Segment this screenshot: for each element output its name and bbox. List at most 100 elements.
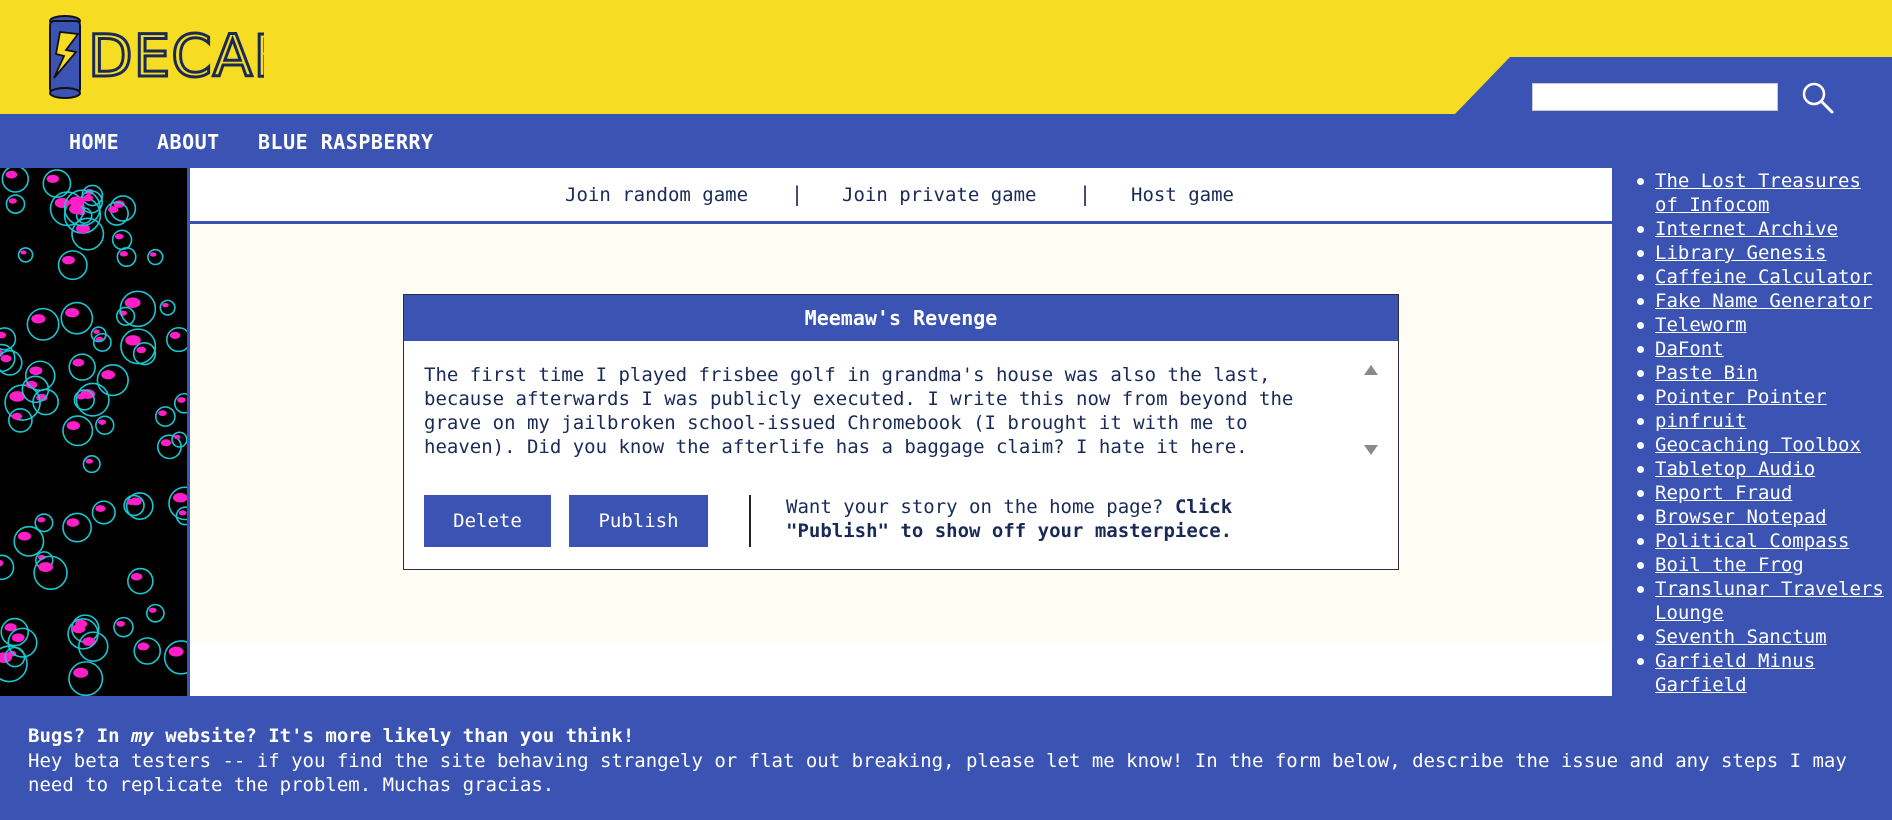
sidebar-link-item: Garfield Minus Garfield (1632, 649, 1890, 697)
sidebar-link[interactable]: Internet Archive (1655, 218, 1838, 240)
bubble-highlight (125, 335, 141, 346)
nav-home[interactable]: HOME (69, 130, 119, 154)
bubble-highlight (168, 646, 184, 657)
sidebar-link[interactable]: Teleworm (1655, 314, 1747, 336)
sidebar-link-item: pinfruit (1632, 409, 1890, 433)
sidebar-link-item: DaFont (1632, 337, 1890, 361)
bubble (166, 326, 187, 353)
bubble-highlight (66, 421, 80, 431)
bubble-highlight (116, 620, 125, 627)
bubbles-decoration (0, 168, 187, 696)
bubble-highlight (17, 531, 32, 541)
site-logo[interactable]: DECAF (44, 12, 288, 102)
bubble (173, 392, 187, 414)
sidebar-link-item: Geocaching Toolbox (1632, 433, 1890, 457)
sidebar-link-item: Pointer Pointer (1632, 385, 1890, 409)
sidebar-link-item: Caffeine Calculator (1632, 265, 1890, 289)
bubble (78, 631, 109, 662)
sidebar-link[interactable]: Pointer Pointer (1655, 386, 1827, 408)
bubble-pattern (0, 168, 187, 696)
sidebar-link[interactable]: Translunar Travelers Lounge (1655, 578, 1884, 624)
host-game-link[interactable]: Host game (1131, 184, 1234, 206)
bubble-highlight (11, 633, 25, 642)
join-random-game-link[interactable]: Join random game (565, 184, 748, 206)
sidebar-link[interactable]: Boil the Frog (1655, 554, 1804, 576)
sidebar-link[interactable]: Seventh Sanctum (1655, 626, 1827, 648)
sidebar-link[interactable]: Fake Name Generator (1655, 290, 1872, 312)
search-button[interactable] (1800, 80, 1836, 116)
bubble-highlight (66, 518, 80, 527)
sidebar-link[interactable]: Tabletop Audio (1655, 458, 1815, 480)
search-input[interactable] (1532, 83, 1778, 111)
story-text[interactable]: The first time I played frisbee golf in … (424, 363, 1324, 459)
sidebar-link[interactable]: Garfield Minus Garfield (1655, 650, 1815, 696)
bubble-highlight (0, 354, 12, 363)
sidebar-link[interactable]: Geocaching Toolbox (1655, 434, 1861, 456)
bubble (5, 194, 26, 214)
bubble (82, 455, 101, 474)
story-card: Meemaw's Revenge The first time I played… (403, 294, 1399, 570)
bubble (17, 247, 34, 263)
bubble (1, 168, 30, 193)
sidebar-link[interactable]: Browser Notepad (1655, 506, 1827, 528)
bubble-highlight (11, 412, 23, 420)
sidebar-link[interactable]: Library Genesis (1655, 242, 1827, 264)
footer-title: Bugs? In my website? It's more likely th… (28, 725, 634, 747)
delete-button[interactable]: Delete (424, 495, 551, 547)
main-panel: Join random game | Join private game | H… (190, 168, 1612, 696)
bubble (163, 640, 187, 675)
sidebar-link[interactable]: The Lost Treasures of Infocom (1655, 170, 1861, 216)
join-private-game-link[interactable]: Join private game (842, 184, 1036, 206)
sidebar-link-item: The Lost Treasures of Infocom (1632, 169, 1890, 217)
bubble (120, 328, 157, 365)
bubble (147, 248, 164, 266)
bubble-highlight (98, 419, 107, 425)
publish-hint: Want your story on the home page? Click … (786, 495, 1306, 543)
sidebar-link[interactable]: Political Compass (1655, 530, 1849, 552)
bubble-highlight (93, 329, 100, 334)
sidebar-link[interactable]: Paste Bin (1655, 362, 1758, 384)
bubble (42, 169, 72, 198)
bubble-highlight (85, 458, 93, 464)
scroll-up-arrow-icon[interactable] (1364, 365, 1378, 375)
sidebar-link-item: Teleworm (1632, 313, 1890, 337)
bubble-highlight (69, 196, 85, 207)
footer-title-after: website? It's more likely than you think… (153, 725, 635, 747)
bubble-highlight (158, 410, 167, 417)
game-subnav: Join random game | Join private game | H… (190, 168, 1612, 224)
bubble (75, 382, 110, 417)
bubble (95, 415, 115, 436)
bubble (60, 301, 94, 335)
nav-about[interactable]: ABOUT (157, 130, 220, 154)
bubble-highlight (76, 393, 86, 400)
sidebar-link-item: Fake Name Generator (1632, 289, 1890, 313)
sidebar-link[interactable]: Caffeine Calculator (1655, 266, 1872, 288)
sidebar-link[interactable]: pinfruit (1655, 410, 1747, 432)
bubble-highlight (0, 331, 7, 339)
publish-button[interactable]: Publish (569, 495, 708, 547)
scroll-down-arrow-icon[interactable] (1364, 445, 1378, 455)
story-scrollbar[interactable] (1359, 363, 1381, 459)
bubble (91, 500, 116, 525)
bubble (62, 415, 94, 447)
bubble-highlight (73, 667, 89, 678)
sidebar-link-item: Report Fraud (1632, 481, 1890, 505)
bubble (57, 250, 88, 281)
bubble-highlight (136, 346, 147, 354)
bubble (145, 603, 165, 623)
bubble-highlight (0, 559, 4, 567)
card-divider (749, 495, 751, 547)
sidebar-link[interactable]: Report Fraud (1655, 482, 1792, 504)
bubble (96, 363, 129, 397)
bubble-highlight (124, 297, 141, 308)
footer-title-emphasis: my (130, 725, 154, 747)
links-list: The Lost Treasures of Infocom Internet Ar… (1632, 169, 1890, 697)
bubble (127, 567, 154, 595)
sidebar-link[interactable]: DaFont (1655, 338, 1724, 360)
footer-body: Hey beta testers -- if you find the site… (28, 750, 1847, 796)
bubble (175, 506, 187, 526)
main-nav: HOME ABOUT BLUE RASPBERRY (0, 114, 1892, 168)
nav-blue-raspberry[interactable]: BLUE RASPBERRY (258, 130, 434, 154)
bubble-highlight (162, 302, 169, 308)
sidebar-link-item: Translunar Travelers Lounge (1632, 577, 1890, 625)
